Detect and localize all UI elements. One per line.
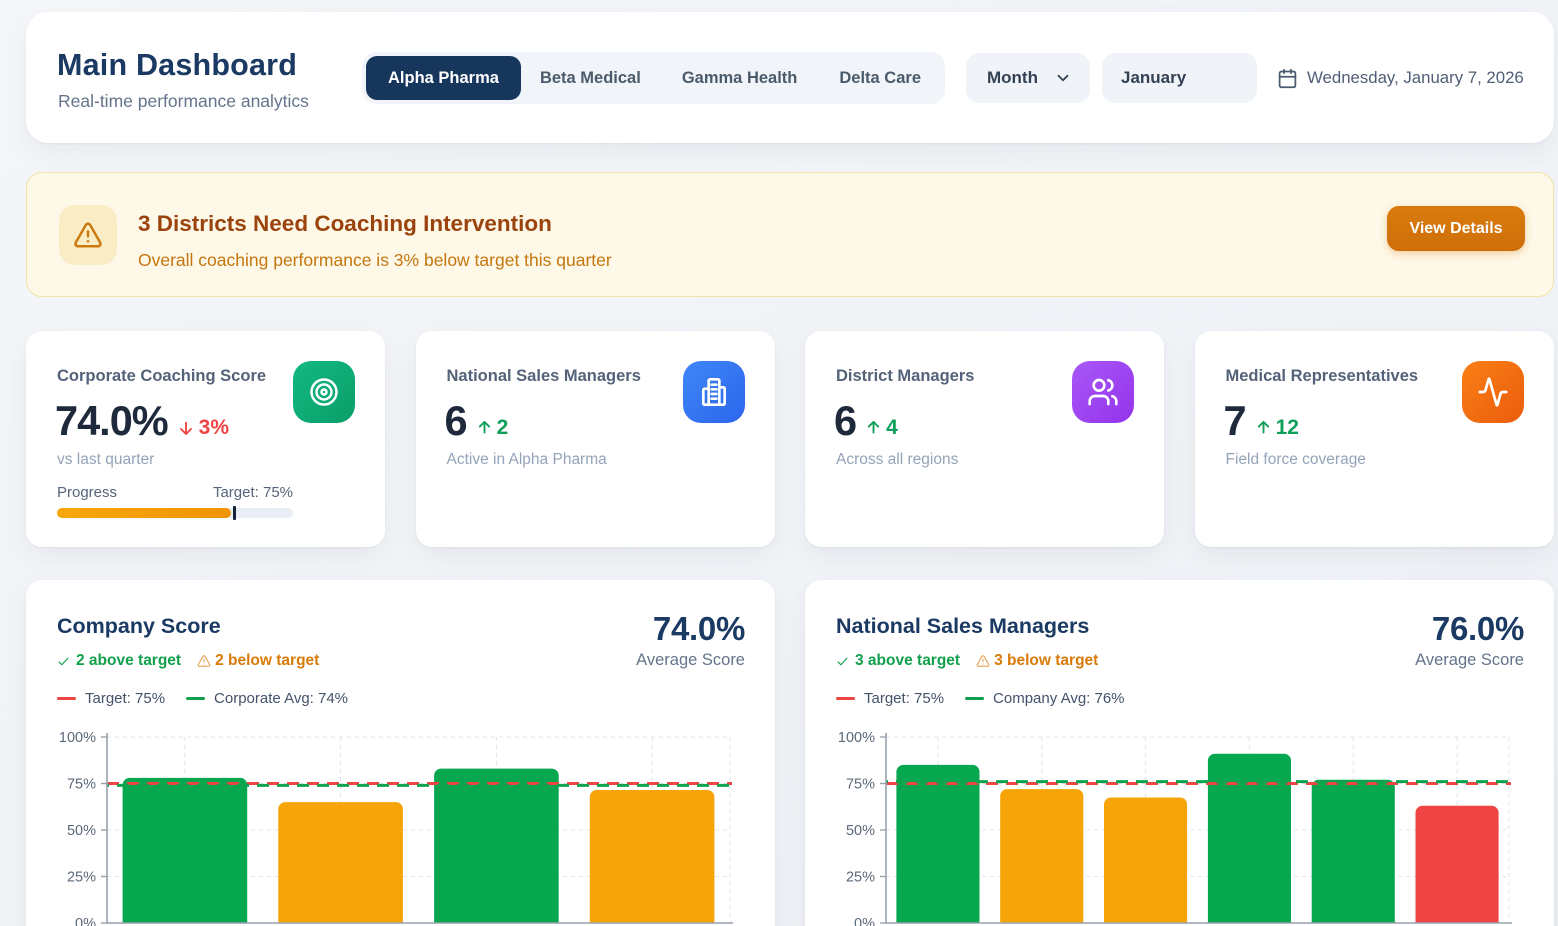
- svg-text:0%: 0%: [854, 916, 875, 926]
- svg-text:75%: 75%: [67, 777, 96, 793]
- svg-text:75%: 75%: [846, 777, 875, 793]
- svg-text:25%: 25%: [846, 870, 875, 886]
- svg-text:50%: 50%: [67, 823, 96, 839]
- svg-text:100%: 100%: [59, 730, 96, 746]
- svg-text:0%: 0%: [75, 916, 96, 926]
- svg-text:25%: 25%: [67, 870, 96, 886]
- svg-text:100%: 100%: [838, 730, 875, 746]
- svg-text:50%: 50%: [846, 823, 875, 839]
